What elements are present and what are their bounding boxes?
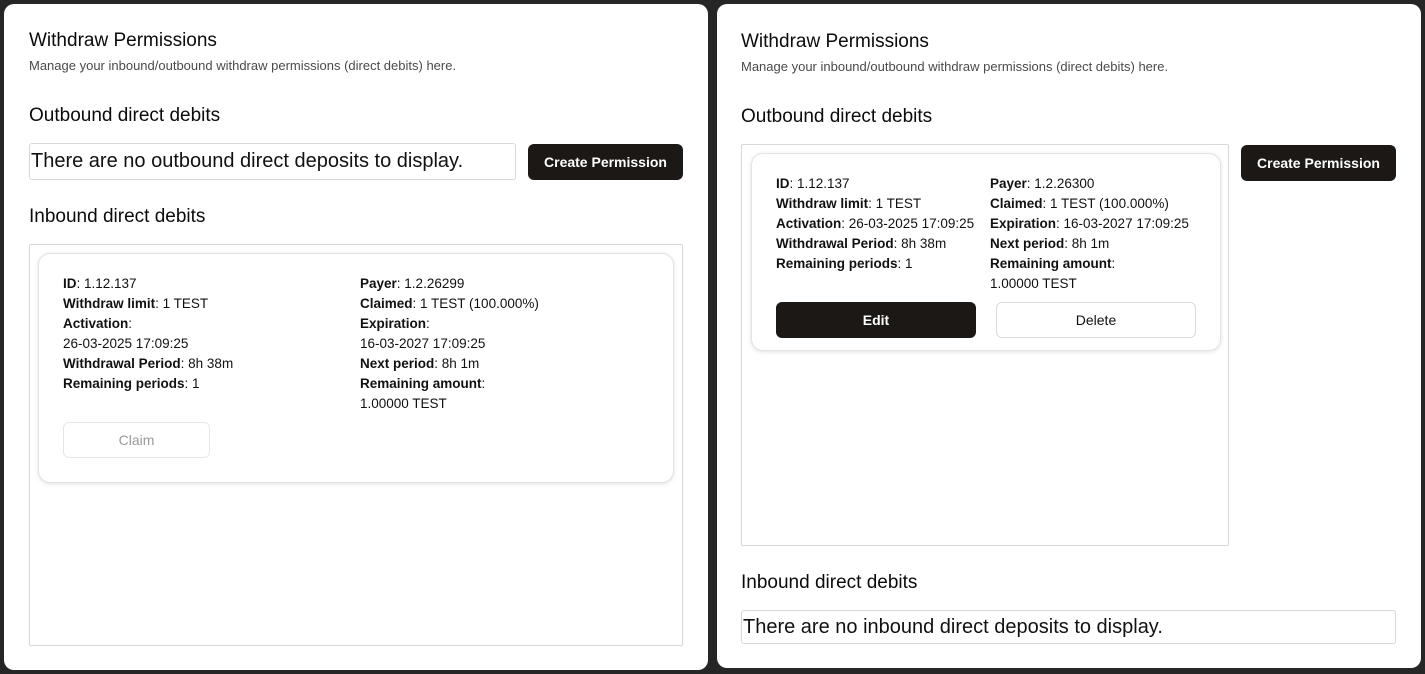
- payer: Payer: 1.2.26299: [360, 276, 465, 291]
- create-permission-button[interactable]: Create Permission: [1241, 145, 1396, 181]
- page-title: Withdraw Permissions: [29, 30, 217, 51]
- outbound-empty-message: There are no outbound direct deposits to…: [29, 143, 516, 180]
- inbound-heading: Inbound direct debits: [29, 206, 206, 227]
- inbound-empty-message: There are no inbound direct deposits to …: [741, 610, 1396, 644]
- delete-button[interactable]: Delete: [996, 302, 1196, 338]
- create-permission-button[interactable]: Create Permission: [528, 144, 683, 180]
- right-panel: Withdraw Permissions Manage your inbound…: [717, 4, 1421, 668]
- permission-id: ID: 1.12.137: [63, 276, 137, 291]
- next-period: Next period: 8h 1m: [360, 356, 480, 371]
- withdraw-limit: Withdraw limit: 1 TEST: [776, 196, 922, 211]
- claimed: Claimed: 1 TEST (100.000%): [360, 296, 539, 311]
- remaining-periods: Remaining periods: 1: [63, 376, 200, 391]
- outbound-heading: Outbound direct debits: [741, 106, 933, 127]
- activation: Activation: 26-03-2025 17:09:25: [776, 216, 975, 231]
- claim-button[interactable]: Claim: [63, 422, 210, 458]
- inbound-permission-card: ID: 1.12.137 Withdraw limit: 1 TEST Acti…: [38, 253, 674, 483]
- page-title: Withdraw Permissions: [741, 31, 929, 52]
- expiration: Expiration: 16-03-2027 17:09:25: [990, 216, 1189, 231]
- activation-date: 26-03-2025 17:09:25: [63, 336, 189, 351]
- remaining-periods: Remaining periods: 1: [776, 256, 913, 271]
- payer: Payer: 1.2.26300: [990, 176, 1095, 191]
- page-subtitle: Manage your inbound/outbound withdraw pe…: [29, 58, 457, 73]
- expiration-date: 16-03-2027 17:09:25: [360, 336, 486, 351]
- claimed: Claimed: 1 TEST (100.000%): [990, 196, 1169, 211]
- outbound-permission-card: ID: 1.12.137 Withdraw limit: 1 TEST Acti…: [751, 153, 1221, 351]
- remaining-amount-value: 1.00000 TEST: [990, 276, 1077, 291]
- withdrawal-period: Withdrawal Period: 8h 38m: [63, 356, 234, 371]
- next-period: Next period: 8h 1m: [990, 236, 1110, 251]
- outbound-heading: Outbound direct debits: [29, 105, 221, 126]
- page-subtitle: Manage your inbound/outbound withdraw pe…: [741, 59, 1169, 74]
- withdraw-limit: Withdraw limit: 1 TEST: [63, 296, 209, 311]
- remaining-amount-value: 1.00000 TEST: [360, 396, 447, 411]
- outbound-list: ID: 1.12.137 Withdraw limit: 1 TEST Acti…: [741, 144, 1229, 546]
- left-panel: Withdraw Permissions Manage your inbound…: [4, 4, 708, 670]
- edit-button[interactable]: Edit: [776, 302, 976, 338]
- withdrawal-period: Withdrawal Period: 8h 38m: [776, 236, 947, 251]
- inbound-heading: Inbound direct debits: [741, 572, 918, 593]
- permission-id: ID: 1.12.137: [776, 176, 850, 191]
- remaining-amount: Remaining amount:: [360, 376, 486, 391]
- inbound-list: ID: 1.12.137 Withdraw limit: 1 TEST Acti…: [29, 244, 683, 646]
- expiration: Expiration:: [360, 316, 430, 331]
- remaining-amount: Remaining amount:: [990, 256, 1116, 271]
- activation: Activation:: [63, 316, 133, 331]
